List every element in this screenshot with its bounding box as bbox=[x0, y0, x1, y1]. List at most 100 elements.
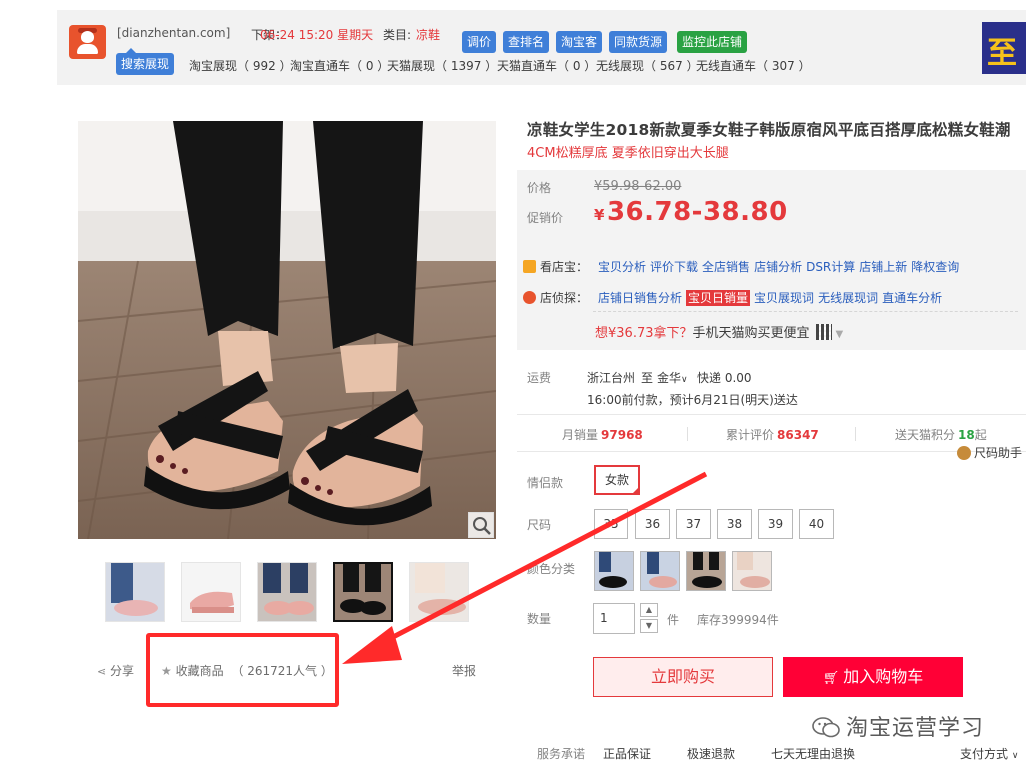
color-label: 颜色分类 bbox=[527, 562, 576, 576]
adjust-price-button[interactable]: 调价 bbox=[462, 31, 497, 53]
category-label: 类目: bbox=[383, 28, 412, 42]
thumbnail-1[interactable] bbox=[105, 562, 165, 622]
link-wireless-keywords[interactable]: 无线展现词 bbox=[818, 291, 878, 305]
size-option-36[interactable]: 36 bbox=[635, 509, 670, 539]
share-link[interactable]: ⋖ 分享 bbox=[97, 662, 134, 679]
quantity-input[interactable]: 1 bbox=[593, 603, 635, 634]
check-ranking-button[interactable]: 查排名 bbox=[503, 31, 550, 53]
size-label: 尺码 bbox=[527, 518, 552, 532]
payment-methods-dropdown[interactable]: 支付方式 ∨ bbox=[960, 745, 1018, 762]
corner-ad-banner[interactable]: 至 bbox=[982, 22, 1026, 74]
link-review-download[interactable]: 评价下载 bbox=[650, 260, 698, 274]
share-label: 分享 bbox=[110, 664, 135, 678]
same-source-button[interactable]: 同款货源 bbox=[609, 31, 668, 53]
color-option-1[interactable] bbox=[594, 551, 634, 591]
quantity-unit: 件 bbox=[667, 613, 680, 627]
original-price: ¥59.98-62.00 bbox=[594, 179, 682, 194]
tmall-app-tip[interactable]: 想¥36.73拿下？手机天猫购买更便宜 ▼ bbox=[595, 322, 843, 341]
stat-taobao-ztc: 淘宝直通车（ 0 ） bbox=[290, 59, 390, 73]
promo-label: 促销价 bbox=[527, 211, 564, 225]
shipping-method: 快递 0.00 bbox=[697, 371, 752, 385]
chevron-down-icon: ∨ bbox=[681, 375, 688, 385]
service-fast-refund[interactable]: 极速退款 bbox=[687, 745, 735, 762]
link-item-analysis[interactable]: 宝贝分析 bbox=[598, 260, 646, 274]
dashed-divider bbox=[593, 311, 1018, 312]
style-option-female[interactable]: 女款 bbox=[594, 465, 640, 495]
monitor-shop-button[interactable]: 监控此店铺 bbox=[677, 31, 748, 53]
stat-tmall-exposure: 天猫展现（ 1397 ） bbox=[387, 59, 498, 73]
size-option-37[interactable]: 37 bbox=[676, 509, 711, 539]
wechat-icon bbox=[812, 717, 840, 738]
price-panel: 价格 ¥59.98-62.00 促销价 ¥36.78-38.80 看店宝： 宝贝分… bbox=[517, 170, 1026, 350]
link-item-keywords[interactable]: 宝贝展现词 bbox=[754, 291, 814, 305]
quantity-decrease-button[interactable]: ▼ bbox=[640, 619, 658, 633]
search-exposure-tag[interactable]: 搜索展现 bbox=[116, 48, 175, 75]
service-seven-day-return[interactable]: 七天无理由退换 bbox=[771, 745, 855, 762]
category-value: 凉鞋 bbox=[416, 28, 441, 42]
shipping-to-word: 至 bbox=[641, 371, 654, 385]
dianzhentan-icon bbox=[523, 291, 536, 304]
stat-wireless-exposure: 无线展现（ 567 ） bbox=[596, 59, 699, 73]
service-genuine[interactable]: 正品保证 bbox=[603, 745, 651, 762]
favorite-highlight-box bbox=[146, 633, 339, 707]
chevron-down-icon[interactable]: ▼ bbox=[836, 329, 844, 340]
link-dsr-calc[interactable]: DSR计算 bbox=[806, 260, 855, 274]
thumbnail-5[interactable] bbox=[409, 562, 469, 622]
link-item-daily-sales[interactable]: 宝贝日销量 bbox=[686, 290, 751, 306]
link-shop-analysis[interactable]: 店铺分析 bbox=[754, 260, 802, 274]
size-option-35[interactable]: 35 bbox=[594, 509, 628, 539]
listed-time: 06-24 15:20 星期天 bbox=[260, 28, 374, 42]
ruler-icon bbox=[957, 446, 971, 460]
chevron-down-icon: ∨ bbox=[1011, 751, 1019, 761]
shipping-destination-select[interactable]: 金华∨ bbox=[657, 369, 688, 386]
zoom-button[interactable] bbox=[468, 512, 494, 538]
wechat-watermark: 淘宝运营学习 bbox=[812, 710, 984, 742]
stock-count: 库存399994件 bbox=[697, 613, 779, 627]
price-label: 价格 bbox=[527, 181, 552, 195]
color-option-3[interactable] bbox=[686, 551, 726, 591]
report-link[interactable]: 举报 bbox=[452, 662, 476, 679]
style-label: 情侣款 bbox=[527, 476, 564, 490]
size-option-39[interactable]: 39 bbox=[758, 509, 793, 539]
monthly-sales: 月销量 97968 bbox=[562, 428, 643, 442]
stat-taobao-exposure: 淘宝展现（ 992 ） bbox=[189, 59, 292, 73]
magnifier-icon bbox=[473, 517, 491, 535]
kandianbao-row: 看店宝： 宝贝分析 评价下载 全店销售 店铺分析 DSR计算 店铺上新 降权查询 bbox=[523, 258, 963, 275]
color-option-2[interactable] bbox=[640, 551, 680, 591]
link-shop-new[interactable]: 店铺上新 bbox=[859, 260, 907, 274]
thumbnail-4-selected[interactable] bbox=[333, 562, 393, 622]
product-subtitle: 4CM松糕厚底 夏季依旧穿出大长腿 bbox=[527, 146, 729, 161]
taobaoke-button[interactable]: 淘宝客 bbox=[556, 31, 603, 53]
shipping-from: 浙江台州 bbox=[587, 371, 636, 385]
link-ztc-analysis[interactable]: 直通车分析 bbox=[882, 291, 942, 305]
size-option-38[interactable]: 38 bbox=[717, 509, 752, 539]
qr-code-icon[interactable] bbox=[815, 324, 832, 340]
service-label: 服务承诺 bbox=[537, 747, 586, 761]
tmall-points: 送天猫积分 18起 bbox=[895, 428, 987, 442]
add-to-cart-button[interactable]: 🛒︎ 加入购物车 bbox=[783, 657, 963, 697]
shipping-label: 运费 bbox=[527, 371, 552, 385]
cart-icon: 🛒︎ bbox=[822, 671, 840, 686]
stat-tmall-ztc: 天猫直通车（ 0 ） bbox=[497, 59, 597, 73]
color-option-4[interactable] bbox=[732, 551, 772, 591]
thumbnail-3[interactable] bbox=[257, 562, 317, 622]
stat-wireless-ztc: 无线直通车（ 307 ） bbox=[696, 59, 811, 73]
size-option-40[interactable]: 40 bbox=[799, 509, 834, 539]
share-icon: ⋖ bbox=[97, 665, 107, 678]
plugin-toolbar: [dianzhentan.com] 下架： 06-24 15:20 星期天 类目… bbox=[57, 10, 1026, 85]
quantity-increase-button[interactable]: ▲ bbox=[640, 603, 658, 617]
buy-now-button[interactable]: 立即购买 bbox=[593, 657, 773, 697]
plugin-site-name[interactable]: [dianzhentan.com] bbox=[117, 26, 230, 40]
link-shop-daily-sales[interactable]: 店铺日销售分析 bbox=[598, 291, 682, 305]
product-title: 凉鞋女学生2018新款夏季女鞋子韩版原宿风平底百搭厚底松糕女鞋潮 bbox=[527, 121, 1011, 139]
report-label: 举报 bbox=[452, 664, 477, 678]
link-shop-sales[interactable]: 全店销售 bbox=[702, 260, 750, 274]
plugin-logo-icon[interactable] bbox=[69, 25, 106, 59]
main-product-image[interactable] bbox=[78, 121, 496, 539]
thumbnail-2[interactable] bbox=[181, 562, 241, 622]
dianzhentan-row: 店侦探： 店铺日销售分析 宝贝日销量 宝贝展现词 无线展现词 直通车分析 bbox=[523, 289, 946, 306]
total-reviews[interactable]: 累计评价 86347 bbox=[726, 426, 819, 443]
shipping-note: 16:00前付款，预计6月21日(明天)送达 bbox=[587, 393, 798, 407]
size-helper-button[interactable]: 尺码助手 bbox=[957, 444, 1022, 461]
link-demotion-check[interactable]: 降权查询 bbox=[911, 260, 959, 274]
